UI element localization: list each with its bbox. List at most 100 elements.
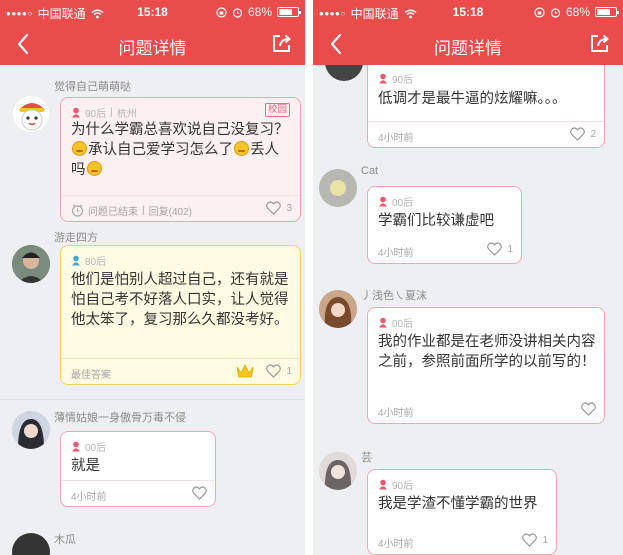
right-screen: ●●●●○ 中国联通 15:18 68% 问题详情 90后 低调才是最牛逼的炫耀…	[313, 0, 623, 555]
answer-time: 4小时前	[378, 248, 414, 259]
nav-bar: 问题详情	[313, 24, 623, 65]
female-icon	[72, 107, 80, 118]
answer-text: 低调才是最牛逼的炫耀嘛。。。	[378, 91, 567, 107]
avatar[interactable]	[319, 290, 357, 328]
battery-icon	[277, 7, 301, 17]
female-icon	[379, 479, 387, 490]
answer-bubble[interactable]: 00后 就是 4小时前	[60, 431, 216, 507]
answer-row: 薄情姑娘一身傲骨万毒不侵 00后 就是 4小时前	[0, 401, 305, 521]
answer-time: 4小时前	[378, 539, 414, 550]
heart-icon[interactable]	[192, 486, 207, 500]
question-row: 觉得自己萌萌哒 90后 | 杭州 校园 为什么学霸总喜欢说自己没复习？承认自己爱…	[0, 65, 305, 235]
avatar[interactable]	[325, 65, 363, 81]
answer-footer: 最佳答案 1	[61, 358, 300, 384]
reply-count[interactable]: 回复(402)	[149, 203, 192, 218]
answerer-age: 00后	[392, 198, 414, 209]
female-icon	[379, 196, 387, 207]
question-status: 问题已结束	[88, 207, 138, 218]
like-count: 1	[507, 243, 513, 255]
answer-footer: 4小时前	[368, 397, 604, 423]
alarm-icon	[550, 7, 561, 18]
answerer-age: 90后	[392, 481, 414, 492]
answerer-age: 00后	[85, 443, 107, 454]
avatar[interactable]	[12, 533, 50, 555]
share-icon[interactable]	[589, 32, 611, 54]
question-footer: 问题已结束 | 回复(402) 3	[61, 195, 300, 221]
answer-time: 4小时前	[71, 492, 107, 503]
asker-age: 90后	[85, 109, 107, 120]
answer-footer: 4小时前	[61, 480, 215, 506]
answerer-name[interactable]: 丿浅色㇏夏沫	[361, 287, 427, 303]
answer-text: 我是学渣不懂学霸的世界	[378, 496, 538, 512]
answer-row: 90后 低调才是最牛逼的炫耀嘛。。。 4小时前 2	[313, 65, 623, 155]
status-bar: ●●●●○ 中国联通 15:18 68%	[0, 0, 305, 24]
answer-row: Cat 00后 学霸们比较谦虚吧 4小时前 1	[313, 161, 623, 273]
divider	[0, 399, 305, 400]
smile-emoji-icon	[72, 141, 87, 156]
answer-row: 芸 90后 我是学渣不懂学霸的世界 4小时前 1	[313, 443, 623, 555]
left-screen: ●●●●○ 中国联通 15:18 68% 问题详情 觉得自己萌萌哒 90后 | …	[0, 0, 305, 555]
smile-emoji-icon	[234, 141, 249, 156]
answer-list: 觉得自己萌萌哒 90后 | 杭州 校园 为什么学霸总喜欢说自己没复习？承认自己爱…	[0, 65, 305, 555]
avatar[interactable]	[12, 411, 50, 449]
campus-tag: 校园	[264, 103, 290, 117]
battery-percent: 68%	[247, 5, 272, 19]
alarm-icon	[232, 7, 243, 18]
answer-row: 木瓜	[0, 525, 305, 555]
share-icon[interactable]	[271, 32, 293, 54]
answer-footer: 4小时前 1	[368, 528, 556, 554]
heart-icon[interactable]	[487, 242, 503, 256]
answerer-name[interactable]: 木瓜	[54, 531, 76, 547]
avatar[interactable]	[12, 245, 50, 283]
answer-bubble[interactable]: 90后 我是学渣不懂学霸的世界 4小时前 1	[367, 469, 557, 555]
like-count: 1	[542, 534, 548, 546]
heart-icon[interactable]	[581, 402, 596, 416]
answerer-age: 00后	[392, 319, 414, 330]
crown-icon	[237, 364, 254, 378]
clock-icon	[71, 204, 84, 217]
like-count: 3	[286, 202, 292, 214]
answer-text: 他们是怕别人超过自己，还有就是怕自己考不好落人口实，让人觉得他太笨了，复习那么久…	[71, 272, 289, 328]
answer-bubble[interactable]: 90后 低调才是最牛逼的炫耀嘛。。。 4小时前 2	[367, 65, 605, 148]
asker-city: 杭州	[116, 109, 137, 120]
best-answer-bubble[interactable]: 80后 他们是怕别人超过自己，还有就是怕自己考不好落人口实，让人觉得他太笨了，复…	[60, 245, 301, 385]
answer-text: 我的作业都是在老师没讲相关内容之前，参照前面所学的以前写的！	[378, 334, 596, 370]
avatar[interactable]	[12, 95, 50, 133]
answer-list: 90后 低调才是最牛逼的炫耀嘛。。。 4小时前 2 Cat 00后 学霸们比较谦…	[313, 65, 623, 555]
avatar[interactable]	[319, 169, 357, 207]
heart-icon[interactable]	[266, 364, 282, 378]
answerer-name[interactable]: Cat	[361, 165, 378, 177]
female-icon	[379, 317, 387, 328]
page-title: 问题详情	[434, 39, 502, 58]
answerer-name[interactable]: 游走四方	[54, 229, 98, 245]
asker-name[interactable]: 觉得自己萌萌哒	[54, 78, 131, 94]
battery-percent: 68%	[565, 5, 590, 19]
like-count: 2	[590, 128, 596, 140]
avatar[interactable]	[319, 452, 357, 490]
lock-rotation-icon	[534, 6, 545, 18]
answer-footer: 4小时前 2	[368, 121, 604, 147]
answerer-age: 80后	[85, 257, 107, 268]
status-bar: ●●●●○ 中国联通 15:18 68%	[313, 0, 623, 24]
female-icon	[379, 73, 387, 84]
male-icon	[72, 255, 80, 266]
answer-bubble[interactable]: 00后 我的作业都是在老师没讲相关内容之前，参照前面所学的以前写的！ 4小时前	[367, 307, 605, 424]
question-text: 为什么学霸总喜欢说自己没复习？承认自己爱学习怎么了 丢人吗	[71, 122, 289, 178]
answerer-age: 90后	[392, 75, 414, 86]
best-answer-label: 最佳答案	[71, 370, 111, 381]
heart-icon[interactable]	[570, 127, 586, 141]
question-bubble[interactable]: 90后 | 杭州 校园 为什么学霸总喜欢说自己没复习？承认自己爱学习怎么了 丢人吗…	[60, 97, 301, 222]
nav-bar: 问题详情	[0, 24, 305, 65]
answer-text: 学霸们比较谦虚吧	[378, 213, 494, 229]
female-icon	[72, 441, 80, 452]
answerer-name[interactable]: 芸	[361, 449, 372, 465]
heart-icon[interactable]	[522, 533, 538, 547]
answer-text: 就是	[71, 458, 100, 474]
smile-emoji-icon	[86, 161, 102, 176]
heart-icon[interactable]	[266, 201, 282, 215]
answer-time: 4小时前	[378, 133, 414, 144]
lock-rotation-icon	[216, 6, 227, 18]
answer-bubble[interactable]: 00后 学霸们比较谦虚吧 4小时前 1	[367, 186, 522, 264]
answerer-name[interactable]: 薄情姑娘一身傲骨万毒不侵	[54, 409, 186, 425]
answer-row: 丿浅色㇏夏沫 00后 我的作业都是在老师没讲相关内容之前，参照前面所学的以前写的…	[313, 283, 623, 433]
